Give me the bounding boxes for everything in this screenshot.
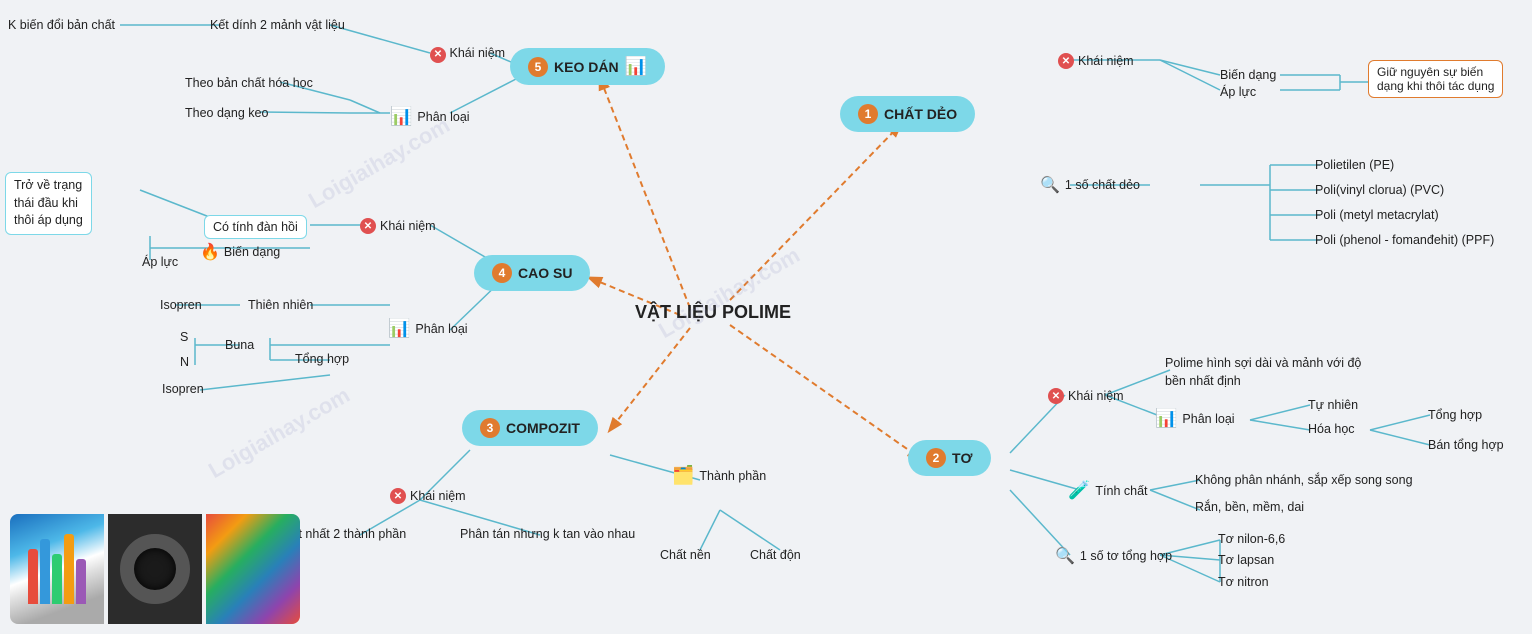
pe: Polietilen (PE) <box>1315 158 1394 172</box>
buna: Buna <box>225 338 254 352</box>
node-chat-deo: 1 CHẤT DẺO <box>840 96 975 132</box>
khai-niem-chat-deo: ✕ Khái niệm <box>1058 53 1134 69</box>
khai-niem-to: ✕ Khái niệm <box>1048 388 1124 404</box>
ppf: Poli (phenol - fomanđehit) (PPF) <box>1315 233 1494 247</box>
isopren2: Isopren <box>162 382 204 396</box>
watermark-2: Loigiaihay.com <box>654 242 804 344</box>
node-cao-su: 4 CAO SU <box>474 255 590 291</box>
thien-nhien: Thiên nhiên <box>248 298 313 312</box>
pvc: Poli(vinyl clorua) (PVC) <box>1315 183 1444 197</box>
bien-dang-caosu: 🔥 Biến dạng <box>200 242 280 262</box>
chat-don: Chất độn <box>750 548 801 562</box>
isopren-thien-nhien: Isopren <box>160 298 202 312</box>
red-x-chatdeo: ✕ <box>1058 53 1074 69</box>
chart-icon-keo-dan: 📊 <box>625 56 647 77</box>
tong-hop-to: Tổng hợp <box>1428 408 1482 422</box>
num-to: 2 <box>926 448 946 468</box>
node-compozit: 3 COMPOZIT <box>462 410 598 446</box>
chart-icon-phanloai-to: 📊 <box>1155 408 1177 429</box>
red-x-compozit: ✕ <box>390 488 406 504</box>
theo-ban-chat: Theo bản chất hóa học <box>185 76 313 90</box>
theo-dang-keo: Theo dạng keo <box>185 106 268 120</box>
photo-collage <box>10 514 300 624</box>
node-to: 2 TƠ <box>908 440 991 476</box>
khai-niem-keo: ✕ Khái niệm <box>430 46 505 63</box>
search-icon-to: 🔍 <box>1055 546 1075 566</box>
nilon: Tơ nilon-6,6 <box>1218 532 1285 546</box>
khai-niem-compozit: ✕ Khái niệm <box>390 488 466 504</box>
tong-hop-caosu: Tổng hợp <box>295 352 349 366</box>
num-chat-deo: 1 <box>858 104 878 124</box>
buna-s: S <box>180 330 188 344</box>
khong-phan-nhanh: Không phân nhánh, sắp xếp song song <box>1195 473 1413 487</box>
co-tinh: Có tính đàn hồi <box>204 215 307 239</box>
bien-dang-chatdeo: Biến dạng <box>1220 68 1276 82</box>
fire-icon-caosu: 🔥 <box>200 242 220 262</box>
lapsan: Tơ lapsan <box>1218 553 1274 567</box>
giu-nguyen: Giữ nguyên sự biến dạng khi thôi tác dụn… <box>1368 60 1503 98</box>
phan-loai-keo: 📊 Phân loại <box>390 106 470 127</box>
chart-icon-phanloai-caosu: 📊 <box>388 318 410 339</box>
ket-dinh: Kết dính 2 mảnh vật liệu <box>210 18 345 32</box>
red-x-caosu: ✕ <box>360 218 376 234</box>
chat-nen: Chất nền <box>660 548 711 562</box>
polime-hinh-soi: Polime hình sợi dài và mảnh với độ bền n… <box>1165 355 1361 390</box>
photo-yarn <box>206 514 300 624</box>
tu-nhien: Tự nhiên <box>1308 398 1358 412</box>
photo-bottles <box>10 514 104 624</box>
phan-tan: Phân tán nhưng k tan vào nhau <box>460 527 635 541</box>
num-cao-su: 4 <box>492 263 512 283</box>
mind-map: Loigiaihay.com Loigiaihay.com Loigiaihay… <box>0 0 1532 634</box>
phan-loai-to: 📊 Phân loại <box>1155 408 1235 429</box>
search-icon-chatdeo: 🔍 <box>1040 175 1060 195</box>
nitron: Tơ nitron <box>1218 575 1269 589</box>
watermark-3: Loigiaihay.com <box>204 382 354 484</box>
red-x-to: ✕ <box>1048 388 1064 404</box>
ban-tong-hop: Bán tổng hợp <box>1428 438 1504 452</box>
tro-ve: Trở về trạng thái đầu khi thôi áp dụng <box>5 172 92 235</box>
khai-niem-cao-su: ✕ Khái niệm <box>360 218 436 234</box>
ap-luc-caosu: Áp lực <box>142 255 178 269</box>
mot-so-to: 🔍 1 số tơ tổng hợp <box>1055 546 1172 566</box>
center-title: VẬT LIỆU POLIME <box>635 302 791 323</box>
ran-ben: Rắn, bền, mềm, dai <box>1195 500 1304 514</box>
red-x-keo: ✕ <box>430 47 446 63</box>
grid-icon: 🗂️ <box>672 465 694 486</box>
num-keo-dan: 5 <box>528 57 548 77</box>
num-compozit: 3 <box>480 418 500 438</box>
tinh-chat-to: 🧪 Tính chất <box>1068 480 1148 501</box>
chart-icon-phanloai-keo: 📊 <box>390 106 412 127</box>
watermark-1: Loigiaihay.com <box>304 112 454 214</box>
ap-luc-chatdeo: Áp lực <box>1220 85 1256 99</box>
thanh-phan: 🗂️ Thành phần <box>672 465 766 486</box>
pmma: Poli (metyl metacrylat) <box>1315 208 1439 222</box>
phan-loai-caosu: 📊 Phân loại <box>388 318 468 339</box>
lab-icon: 🧪 <box>1068 480 1090 501</box>
hoa-hoc: Hóa học <box>1308 422 1355 436</box>
buna-n: N <box>180 355 189 369</box>
photo-tires <box>108 514 202 624</box>
node-keo-dan: 5 KEO DÁN 📊 <box>510 48 665 85</box>
it-nhat: Ít nhất 2 thành phần <box>295 527 406 541</box>
k-bien-doi: K biến đổi bản chất <box>8 18 115 32</box>
mot-so-chat-deo: 🔍 1 số chất dẻo <box>1040 175 1140 195</box>
